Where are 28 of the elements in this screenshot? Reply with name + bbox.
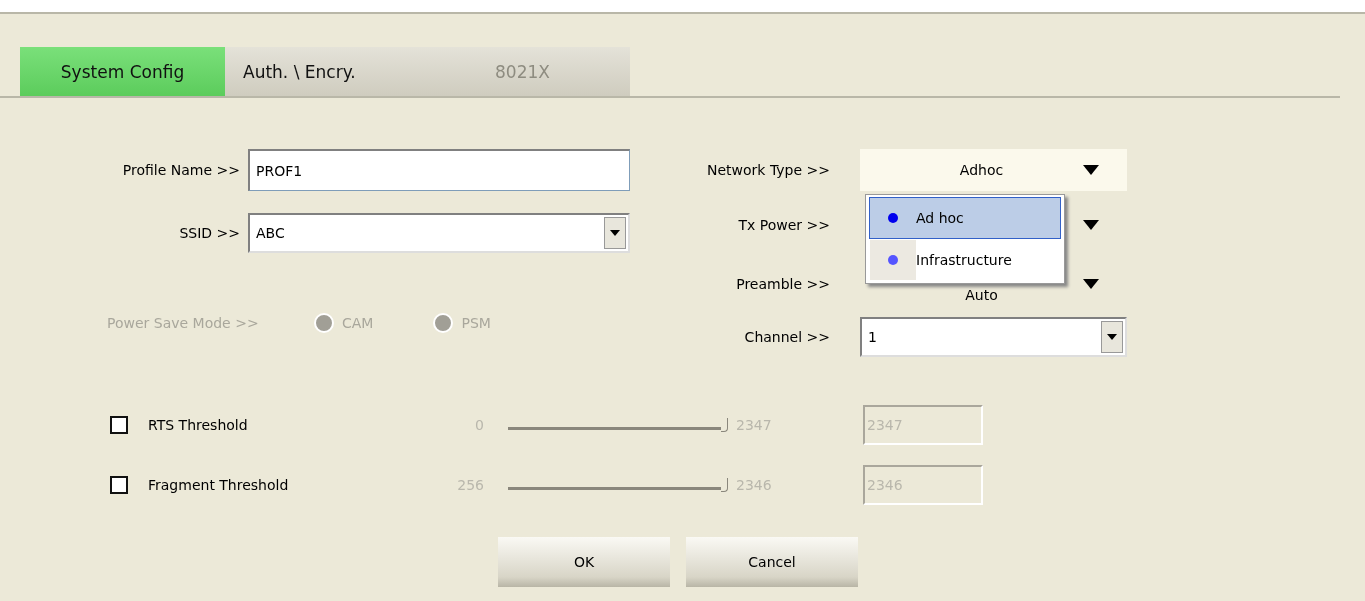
- tx-power-label: Tx Power >>: [737, 217, 831, 233]
- threshold-label: Fragment Threshold: [147, 477, 290, 493]
- menu-item[interactable]: Infrastructure: [869, 239, 1061, 281]
- power-save-mode-label: Power Save Mode >>: [106, 315, 260, 331]
- profile-name-label: Profile Name >>: [121, 162, 241, 178]
- tab[interactable]: System Config: [20, 47, 225, 96]
- radio-label: CAM: [342, 315, 374, 331]
- radio-label: PSM: [461, 315, 491, 331]
- checkbox[interactable]: [110, 416, 128, 434]
- caret-icon: [610, 230, 620, 236]
- profile-name-field[interactable]: PROF1: [248, 149, 630, 191]
- tab[interactable]: Auth. \ Encry.: [225, 47, 425, 96]
- checkbox[interactable]: [110, 476, 128, 494]
- network-type-dropdown[interactable]: Adhoc: [860, 149, 1127, 191]
- ssid-combo-box[interactable]: ABC: [248, 213, 630, 253]
- caret-icon[interactable]: [1083, 220, 1099, 230]
- menu-item[interactable]: Ad hoc: [869, 197, 1061, 239]
- channel-combo-box[interactable]: 1: [860, 317, 1127, 357]
- channel-label: Channel >>: [743, 329, 831, 345]
- preamble-label: Preamble >>: [735, 276, 831, 292]
- caret-icon: [1083, 165, 1099, 175]
- threshold-label: RTS Threshold: [147, 417, 249, 433]
- dialog-button[interactable]: Cancel: [686, 537, 858, 587]
- caret-icon: [1083, 279, 1099, 289]
- ssid-label: SSID >>: [178, 225, 241, 241]
- network-type-label: Network Type >>: [706, 162, 831, 178]
- caret-icon: [1107, 334, 1117, 340]
- dialog-button[interactable]: OK: [498, 537, 670, 587]
